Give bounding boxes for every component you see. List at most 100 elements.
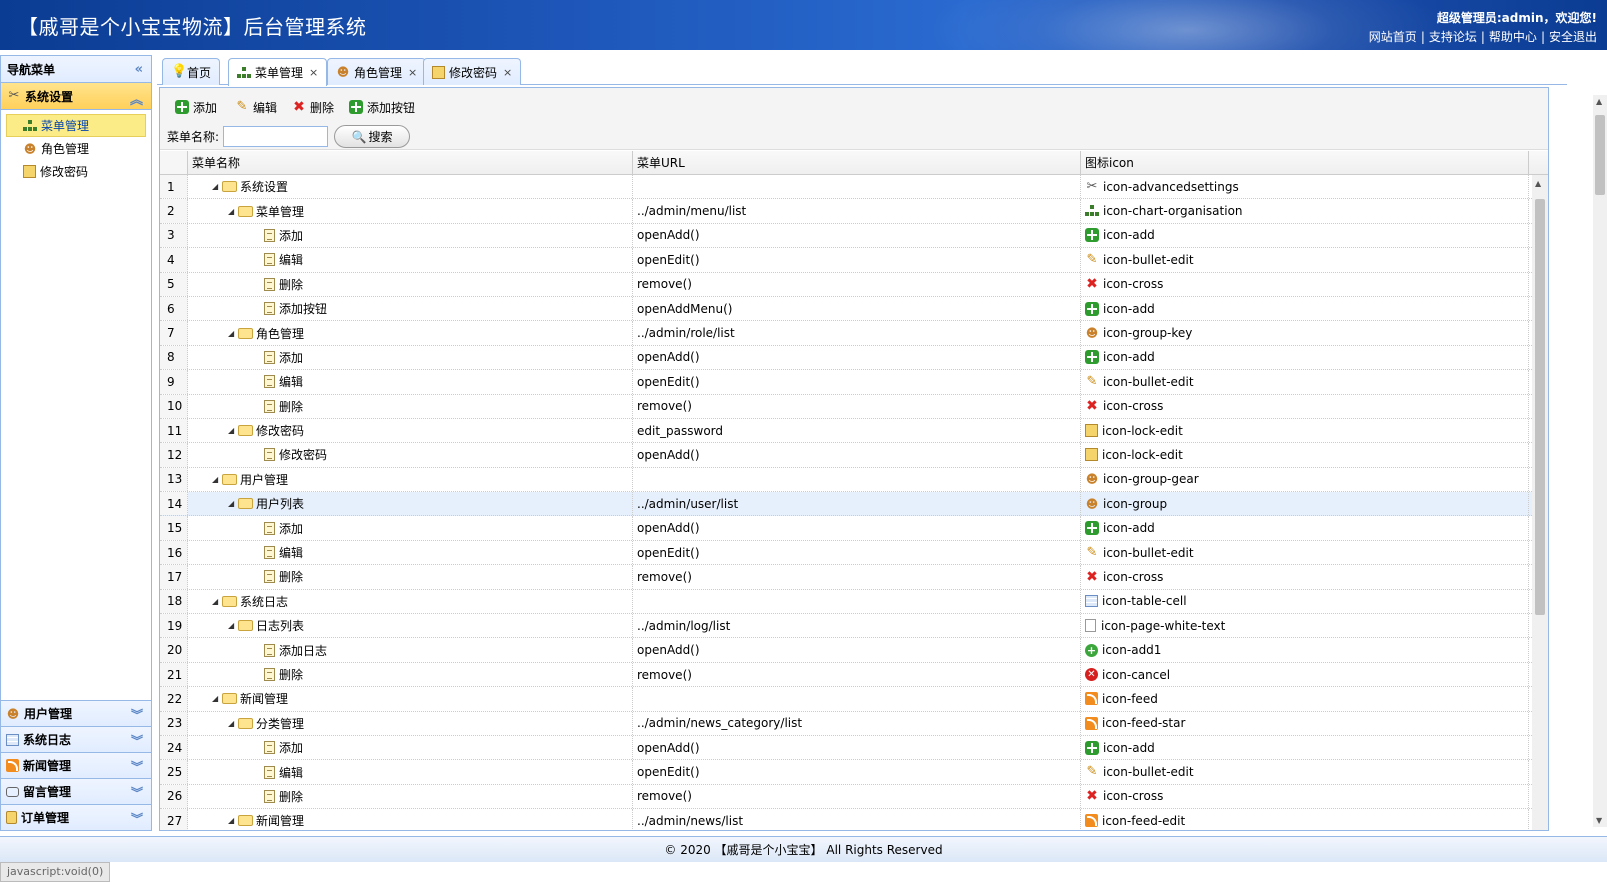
- column-header-url[interactable]: 菜单URL: [633, 151, 1081, 174]
- chevron-down-icon[interactable]: ︾: [131, 810, 143, 827]
- table-row[interactable]: 14 ◢ 用户列表 ../admin/user/list ☻ icon-group: [160, 492, 1548, 517]
- tab-menu-manage[interactable]: 菜单管理 ×: [228, 58, 328, 86]
- cross-icon: ✖: [1086, 398, 1098, 415]
- table-row[interactable]: 27 ◢ 新闻管理 ../admin/news/list icon-feed-edit: [160, 809, 1548, 830]
- search-input[interactable]: [223, 126, 329, 147]
- add-menu-button[interactable]: 添加按钮: [349, 96, 415, 118]
- column-header-name[interactable]: 菜单名称: [188, 151, 633, 174]
- chevron-down-icon[interactable]: ︾: [131, 784, 143, 801]
- table-row[interactable]: 5 删除 remove() ✖ icon-cross: [160, 272, 1548, 297]
- table-row[interactable]: 7 ◢ 角色管理 ../admin/role/list ☻ icon-group-key: [160, 321, 1548, 346]
- grid-scrollbar[interactable]: ▲: [1532, 175, 1548, 830]
- table-row[interactable]: 20 添加日志 openAdd() + icon-add1: [160, 638, 1548, 663]
- cell-icon-class: icon-add: [1081, 223, 1529, 248]
- table-row[interactable]: 2 ◢ 菜单管理 ../admin/menu/list icon-chart-organ…: [160, 199, 1548, 224]
- tree-expand-icon[interactable]: ◢: [212, 182, 222, 191]
- menu-name-text: 删除: [279, 789, 304, 804]
- close-icon[interactable]: ×: [408, 66, 417, 79]
- tree-expand-icon[interactable]: ◢: [212, 597, 222, 606]
- link-logout[interactable]: 安全退出: [1549, 30, 1597, 44]
- accordion-system-settings[interactable]: ✂ 系统设置 ︽: [1, 83, 151, 110]
- accordion-news-manage[interactable]: 新闻管理 ︾: [1, 752, 151, 778]
- cell-menu-url: ../admin/user/list: [633, 492, 1081, 516]
- tree-expand-icon[interactable]: ◢: [228, 719, 238, 728]
- cancel-icon: ✕: [1085, 668, 1098, 681]
- table-row[interactable]: 13 ◢ 用户管理 ☻ icon-group-gear: [160, 467, 1548, 493]
- table-row[interactable]: 22 ◢ 新闻管理 icon-feed: [160, 687, 1548, 712]
- table-row[interactable]: 26 删除 remove() ✖ icon-cross: [160, 784, 1548, 810]
- sidebar-item-menu-manage[interactable]: 菜单管理: [6, 114, 146, 137]
- table-row[interactable]: 6 添加按钮 openAddMenu() icon-add: [160, 296, 1548, 322]
- link-home[interactable]: 网站首页: [1369, 30, 1417, 44]
- edit-button[interactable]: ✎ 编辑: [235, 96, 277, 118]
- tree-expand-icon[interactable]: ◢: [228, 329, 238, 338]
- chevron-down-icon[interactable]: ︾: [131, 706, 143, 723]
- table-row[interactable]: 8 添加 openAdd() icon-add: [160, 345, 1548, 371]
- row-number: 27: [160, 809, 188, 830]
- link-help[interactable]: 帮助中心: [1489, 30, 1537, 44]
- tree-expand-icon[interactable]: ◢: [228, 207, 238, 216]
- scroll-up-icon[interactable]: ▲: [1596, 97, 1602, 106]
- close-icon[interactable]: ×: [309, 66, 318, 79]
- table-row[interactable]: 23 ◢ 分类管理 ../admin/news_category/list icon-f…: [160, 711, 1548, 736]
- group-icon: ☻: [1085, 326, 1099, 341]
- cell-menu-url: openEdit(): [633, 540, 1081, 565]
- link-forum[interactable]: 支持论坛: [1429, 30, 1477, 44]
- accordion-user-manage[interactable]: ☻ 用户管理 ︾: [1, 700, 151, 726]
- menu-name-text: 添加: [279, 228, 304, 243]
- plus-icon: [1085, 350, 1099, 365]
- collapse-nav-icon[interactable]: «: [135, 62, 143, 77]
- cell-menu-url: ../admin/role/list: [633, 321, 1081, 345]
- table-row[interactable]: 17 删除 remove() ✖ icon-cross: [160, 565, 1548, 590]
- tree-expand-icon[interactable]: ◢: [228, 621, 238, 630]
- table-row[interactable]: 25 编辑 openEdit() ✎ icon-bullet-edit: [160, 760, 1548, 785]
- scrollbar-thumb[interactable]: [1535, 199, 1545, 615]
- table-row[interactable]: 9 编辑 openEdit() ✎ icon-bullet-edit: [160, 370, 1548, 395]
- sidebar-item-role-manage[interactable]: ☻ 角色管理: [6, 137, 146, 160]
- tree-expand-icon[interactable]: ◢: [228, 499, 238, 508]
- scroll-up-icon[interactable]: ▲: [1535, 179, 1541, 188]
- chevron-up-icon[interactable]: ︽: [130, 89, 143, 108]
- menu-name-text: 添加: [279, 741, 304, 756]
- cell-icon-class: icon-add: [1081, 516, 1529, 540]
- tab-change-password[interactable]: 修改密码 ×: [423, 58, 522, 85]
- column-header-icon[interactable]: 图标icon: [1081, 151, 1529, 174]
- remove-button[interactable]: ✖ 删除: [292, 96, 334, 118]
- page-scrollbar[interactable]: ▲ ▼: [1593, 95, 1607, 827]
- cell-icon-class: ☻ icon-group-gear: [1081, 467, 1529, 492]
- add-button[interactable]: 添加: [175, 96, 217, 118]
- table-row[interactable]: 15 添加 openAdd() icon-add: [160, 516, 1548, 541]
- table-row[interactable]: 11 ◢ 修改密码 edit_password icon-lock-edit: [160, 418, 1548, 444]
- tree-expand-icon[interactable]: ◢: [212, 475, 222, 484]
- tab-role-manage[interactable]: ☻ 角色管理 ×: [327, 58, 427, 85]
- table-row[interactable]: 21 删除 remove() ✕ icon-cancel: [160, 662, 1548, 688]
- menu-name-text: 日志列表: [256, 619, 305, 634]
- scroll-down-icon[interactable]: ▼: [1596, 816, 1602, 825]
- tree-expand-icon[interactable]: ◢: [212, 694, 222, 703]
- tree-expand-icon[interactable]: ◢: [228, 816, 238, 825]
- accordion-order-manage[interactable]: 订单管理 ︾: [1, 804, 151, 830]
- table-row[interactable]: 24 添加 openAdd() icon-add: [160, 735, 1548, 761]
- table-row[interactable]: 18 ◢ 系统日志 icon-table-cell: [160, 589, 1548, 615]
- accordion-system-log[interactable]: 系统日志 ︾: [1, 726, 151, 752]
- table-row[interactable]: 4 编辑 openEdit() ✎ icon-bullet-edit: [160, 248, 1548, 273]
- table-row[interactable]: 1 ◢ 系统设置 ✂ icon-advancedsettings: [160, 175, 1548, 200]
- table-row[interactable]: 12 修改密码 openAdd() icon-lock-edit: [160, 443, 1548, 468]
- table-row[interactable]: 10 删除 remove() ✖ icon-cross: [160, 394, 1548, 419]
- tree-expand-icon[interactable]: ◢: [228, 426, 238, 435]
- cell-menu-url: remove(): [633, 394, 1081, 418]
- chevron-down-icon[interactable]: ︾: [131, 758, 143, 775]
- table-row[interactable]: 16 编辑 openEdit() ✎ icon-bullet-edit: [160, 540, 1548, 566]
- tab-bar: 💡 首页 菜单管理 × ☻ 角色管理 × 修改密码 ×: [157, 55, 1567, 86]
- sidebar-item-change-password[interactable]: 修改密码: [6, 160, 146, 183]
- add-menu-button-label: 添加按钮: [367, 100, 416, 115]
- accordion-message-manage[interactable]: 留言管理 ︾: [1, 778, 151, 804]
- close-icon[interactable]: ×: [503, 66, 512, 79]
- scrollbar-thumb[interactable]: [1595, 115, 1605, 195]
- table-row[interactable]: 3 添加 openAdd() icon-add: [160, 223, 1548, 249]
- tab-home[interactable]: 💡 首页: [162, 58, 221, 85]
- icon-class-text: icon-feed-edit: [1102, 813, 1186, 828]
- chevron-down-icon[interactable]: ︾: [131, 732, 143, 749]
- search-button[interactable]: 🔍 搜索: [334, 125, 411, 148]
- table-row[interactable]: 19 ◢ 日志列表 ../admin/log/list icon-page-white-…: [160, 614, 1548, 639]
